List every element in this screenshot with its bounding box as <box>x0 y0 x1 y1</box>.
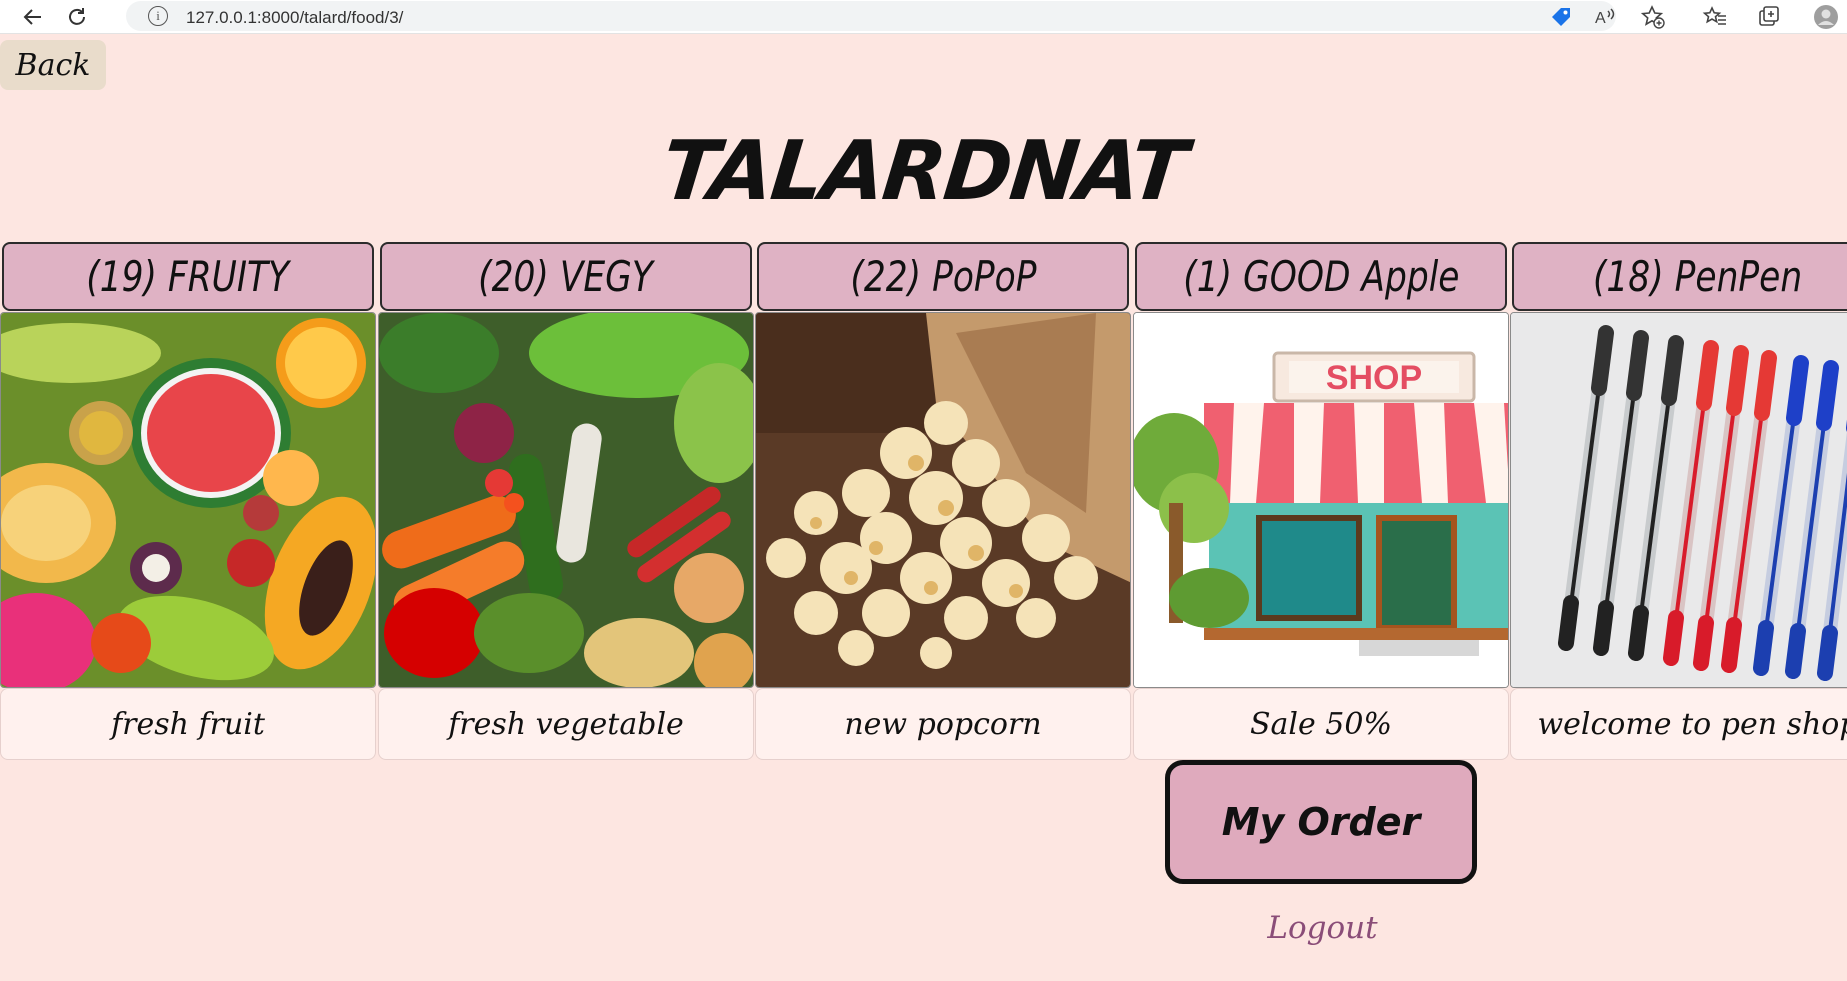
shop-title-button[interactable]: (18) PenPen <box>1512 242 1847 311</box>
back-arrow-icon[interactable] <box>20 4 46 30</box>
shop-description: fresh fruit <box>0 688 376 760</box>
price-tag-icon[interactable] <box>1548 4 1574 30</box>
page-title: TALARDNAT <box>657 124 1190 219</box>
shop-title-button[interactable]: (1) GOOD Apple <box>1135 242 1507 311</box>
shop-card-popop[interactable]: (22) PoPoP new popcorn <box>755 242 1131 760</box>
reload-icon[interactable] <box>64 4 90 30</box>
svg-text:SHOP: SHOP <box>1326 359 1422 397</box>
address-bar[interactable]: i 127.0.0.1:8000/talard/food/3/ <box>126 1 1616 31</box>
browser-toolbar: i 127.0.0.1:8000/talard/food/3/ A <box>0 0 1847 34</box>
popcorn-image[interactable] <box>755 312 1131 688</box>
shop-storefront-image[interactable]: SHOP <box>1133 312 1509 688</box>
my-order-button[interactable]: My Order <box>1165 760 1477 884</box>
shop-card-vegy[interactable]: (20) VEGY fresh vegetable <box>378 242 754 760</box>
collections-icon[interactable] <box>1756 4 1782 30</box>
add-favorite-icon[interactable] <box>1640 4 1666 30</box>
shop-card-penpen[interactable]: (18) PenPen welcome to pen shop <box>1510 242 1847 760</box>
svg-text:A: A <box>1595 10 1606 27</box>
shop-title-button[interactable]: (22) PoPoP <box>757 242 1129 311</box>
url-text: 127.0.0.1:8000/talard/food/3/ <box>186 8 404 27</box>
site-info-icon[interactable]: i <box>148 6 168 26</box>
shop-description: new popcorn <box>755 688 1131 760</box>
logout-link[interactable]: Logout <box>1230 910 1415 946</box>
pens-image[interactable] <box>1510 312 1847 688</box>
shop-description: fresh vegetable <box>378 688 754 760</box>
favorites-icon[interactable] <box>1702 4 1728 30</box>
profile-avatar-icon[interactable] <box>1813 4 1839 30</box>
shop-description: Sale 50% <box>1133 688 1509 760</box>
shop-description: welcome to pen shop <box>1510 688 1847 760</box>
read-aloud-icon[interactable]: A <box>1592 4 1618 30</box>
shop-card-good-apple[interactable]: (1) GOOD Apple SHOP Sale 50% <box>1133 242 1509 760</box>
vegetable-image[interactable] <box>378 312 754 688</box>
back-button[interactable]: Back <box>0 40 106 90</box>
fruit-image[interactable] <box>0 312 376 688</box>
shop-card-fruity[interactable]: (19) FRUITY fresh fruit <box>0 242 376 760</box>
shop-title-button[interactable]: (20) VEGY <box>380 242 752 311</box>
shop-title-button[interactable]: (19) FRUITY <box>2 242 374 311</box>
